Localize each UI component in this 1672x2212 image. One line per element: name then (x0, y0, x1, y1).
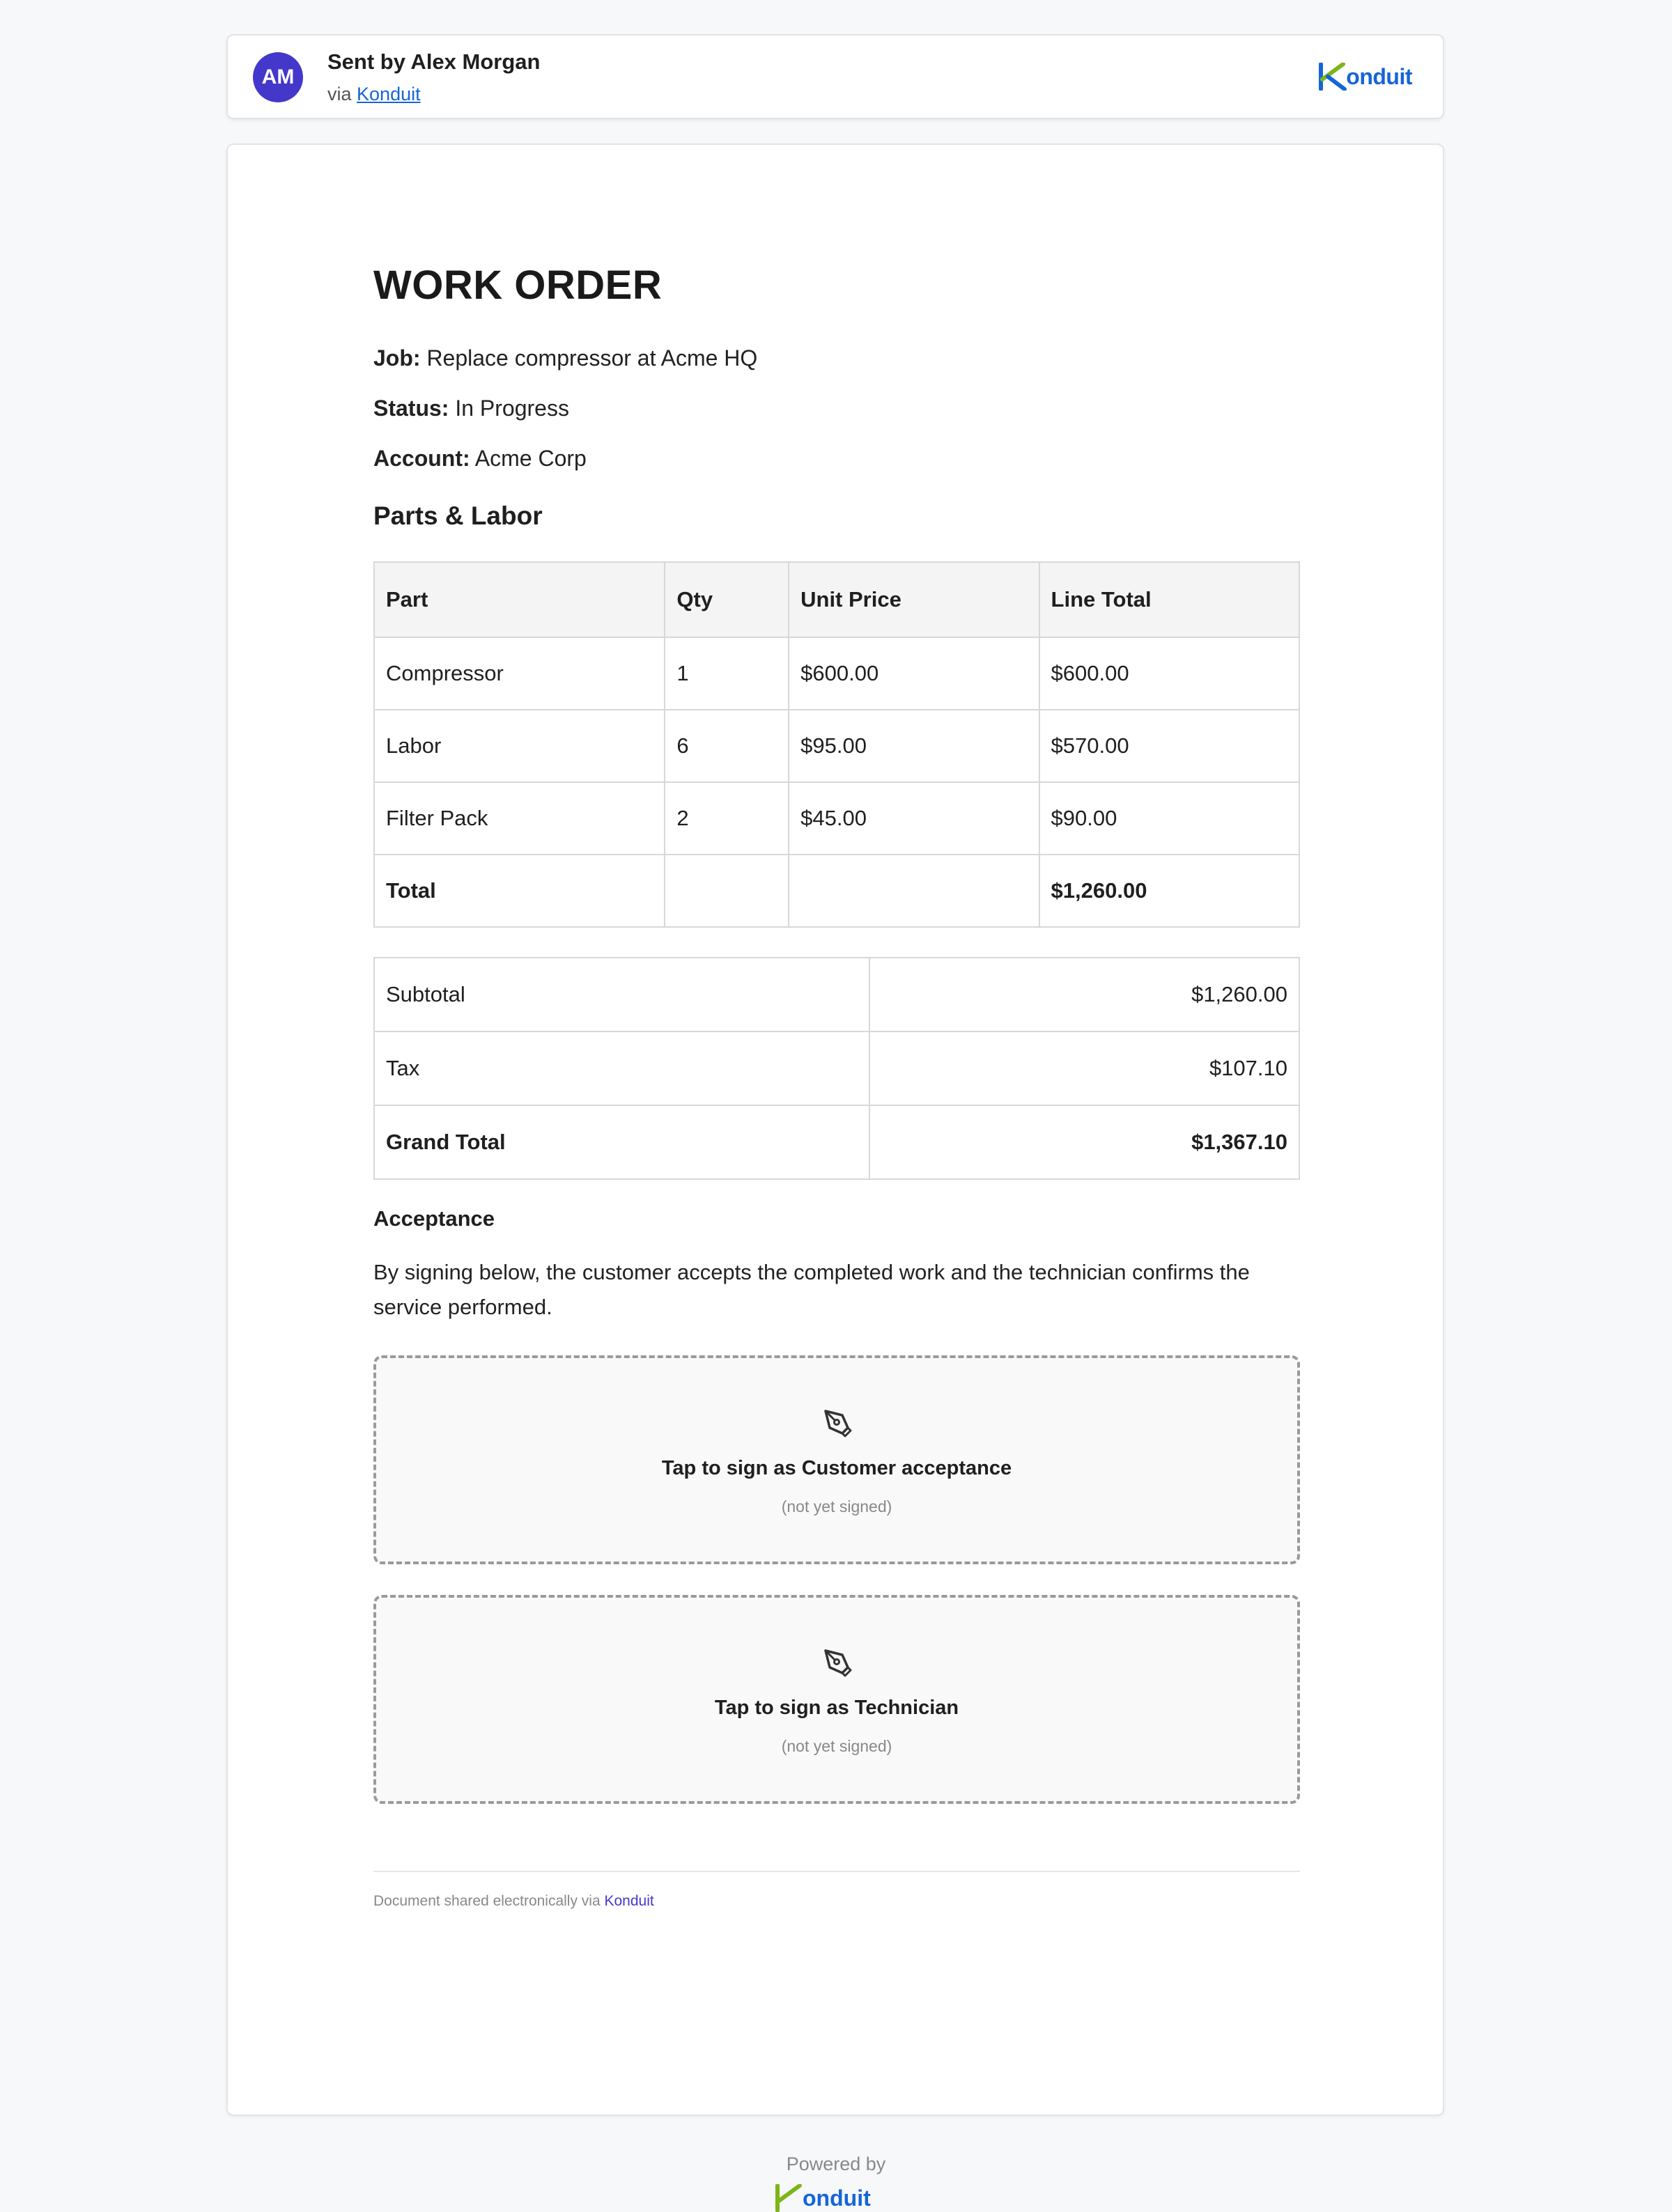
account-value: Acme Corp (474, 446, 587, 471)
status-field: Status: In Progress (373, 396, 569, 421)
account-field: Account: Acme Corp (373, 446, 587, 472)
konduit-k-mark-icon (775, 2184, 802, 2212)
grand-total-amount: $1,367.10 (868, 1105, 1301, 1180)
document-card: WORK ORDER Job: Replace compressor at Ac… (226, 143, 1444, 2116)
konduit-wordmark: onduit (1346, 63, 1412, 89)
cell-line-total: $90.00 (1038, 781, 1301, 855)
sender-title: Sent by Alex Morgan (327, 49, 541, 74)
pen-nib-icon (824, 1410, 852, 1438)
col-header-qty: Qty (664, 561, 790, 638)
parts-heading: Parts & Labor (373, 501, 543, 530)
col-header-unit-price: Unit Price (788, 561, 1040, 638)
tax-row: Tax $107.10 (373, 1031, 1301, 1106)
job-label: Job: (373, 345, 421, 371)
technician-signature-status: (not yet signed) (781, 1737, 892, 1755)
avatar: AM (253, 52, 303, 102)
document-title: WORK ORDER (373, 263, 663, 308)
total-unit-empty (788, 854, 1040, 928)
table-total-row: Total $1,260.00 (373, 854, 1301, 928)
parts-table: Part Qty Unit Price Line Total Compresso… (373, 561, 1301, 928)
footer-text: Document shared electronically via (373, 1893, 601, 1909)
technician-signature-box[interactable]: Tap to sign as Technician (not yet signe… (373, 1595, 1300, 1804)
cell-qty: 2 (664, 781, 790, 855)
via-prefix: via (327, 84, 352, 104)
table-row: Compressor 1 $600.00 $600.00 (373, 637, 1301, 710)
subtotal-amount: $1,260.00 (868, 957, 1301, 1032)
grand-total-row: Grand Total $1,367.10 (373, 1105, 1301, 1180)
account-label: Account: (373, 446, 470, 471)
sender-via: via Konduit (327, 84, 421, 105)
customer-signature-label: Tap to sign as Customer acceptance (661, 1457, 1012, 1479)
cell-unit-price: $95.00 (788, 709, 1040, 783)
acceptance-text: By signing below, the customer accepts t… (373, 1260, 1250, 1319)
status-label: Status: (373, 396, 449, 421)
powered-by-logo: onduit (775, 2184, 900, 2212)
sender-card: AM Sent by Alex Morgan via Konduit ondui… (226, 34, 1444, 119)
job-field: Job: Replace compressor at Acme HQ (373, 345, 757, 371)
col-header-part: Part (373, 561, 666, 638)
table-header-row: Part Qty Unit Price Line Total (373, 561, 1301, 638)
powered-by-label: Powered by (786, 2153, 886, 2174)
konduit-logo: onduit (1318, 62, 1412, 91)
table-row: Labor 6 $95.00 $570.00 (373, 709, 1301, 783)
acceptance-heading: Acceptance (373, 1206, 495, 1231)
job-value: Replace compressor at Acme HQ (426, 345, 758, 371)
table-row: Filter Pack 2 $45.00 $90.00 (373, 781, 1301, 855)
tax-amount: $107.10 (868, 1031, 1301, 1106)
cell-line-total: $600.00 (1038, 637, 1301, 710)
total-amount: $1,260.00 (1038, 854, 1301, 928)
total-label: Total (373, 854, 666, 928)
pen-nib-icon (824, 1649, 852, 1677)
cell-part: Compressor (373, 637, 666, 710)
col-header-line-total: Line Total (1038, 561, 1301, 638)
cell-unit-price: $600.00 (788, 637, 1040, 710)
cell-part: Filter Pack (373, 781, 666, 855)
konduit-k-mark-icon (1319, 63, 1347, 91)
konduit-link[interactable]: Konduit (357, 84, 421, 104)
cell-unit-price: $45.00 (788, 781, 1040, 855)
cell-line-total: $570.00 (1038, 709, 1301, 783)
powered-by-wordmark: onduit (803, 2185, 871, 2211)
footer-konduit-link[interactable]: Konduit (605, 1893, 654, 1909)
total-qty-empty (664, 854, 790, 928)
tax-label: Tax (373, 1031, 870, 1106)
customer-signature-box[interactable]: Tap to sign as Customer acceptance (not … (373, 1355, 1300, 1564)
cell-part: Labor (373, 709, 666, 783)
document-footer: Document shared electronically via Kondu… (373, 1893, 654, 1910)
status-value: In Progress (455, 396, 569, 421)
totals-table: Subtotal $1,260.00 Tax $107.10 Grand Tot… (373, 957, 1301, 1180)
grand-total-label: Grand Total (373, 1105, 870, 1180)
subtotal-label: Subtotal (373, 957, 870, 1032)
customer-signature-status: (not yet signed) (781, 1497, 892, 1516)
subtotal-row: Subtotal $1,260.00 (373, 957, 1301, 1032)
footer-divider (373, 1871, 1300, 1872)
technician-signature-label: Tap to sign as Technician (714, 1697, 959, 1719)
cell-qty: 1 (664, 637, 790, 710)
cell-qty: 6 (664, 709, 790, 783)
